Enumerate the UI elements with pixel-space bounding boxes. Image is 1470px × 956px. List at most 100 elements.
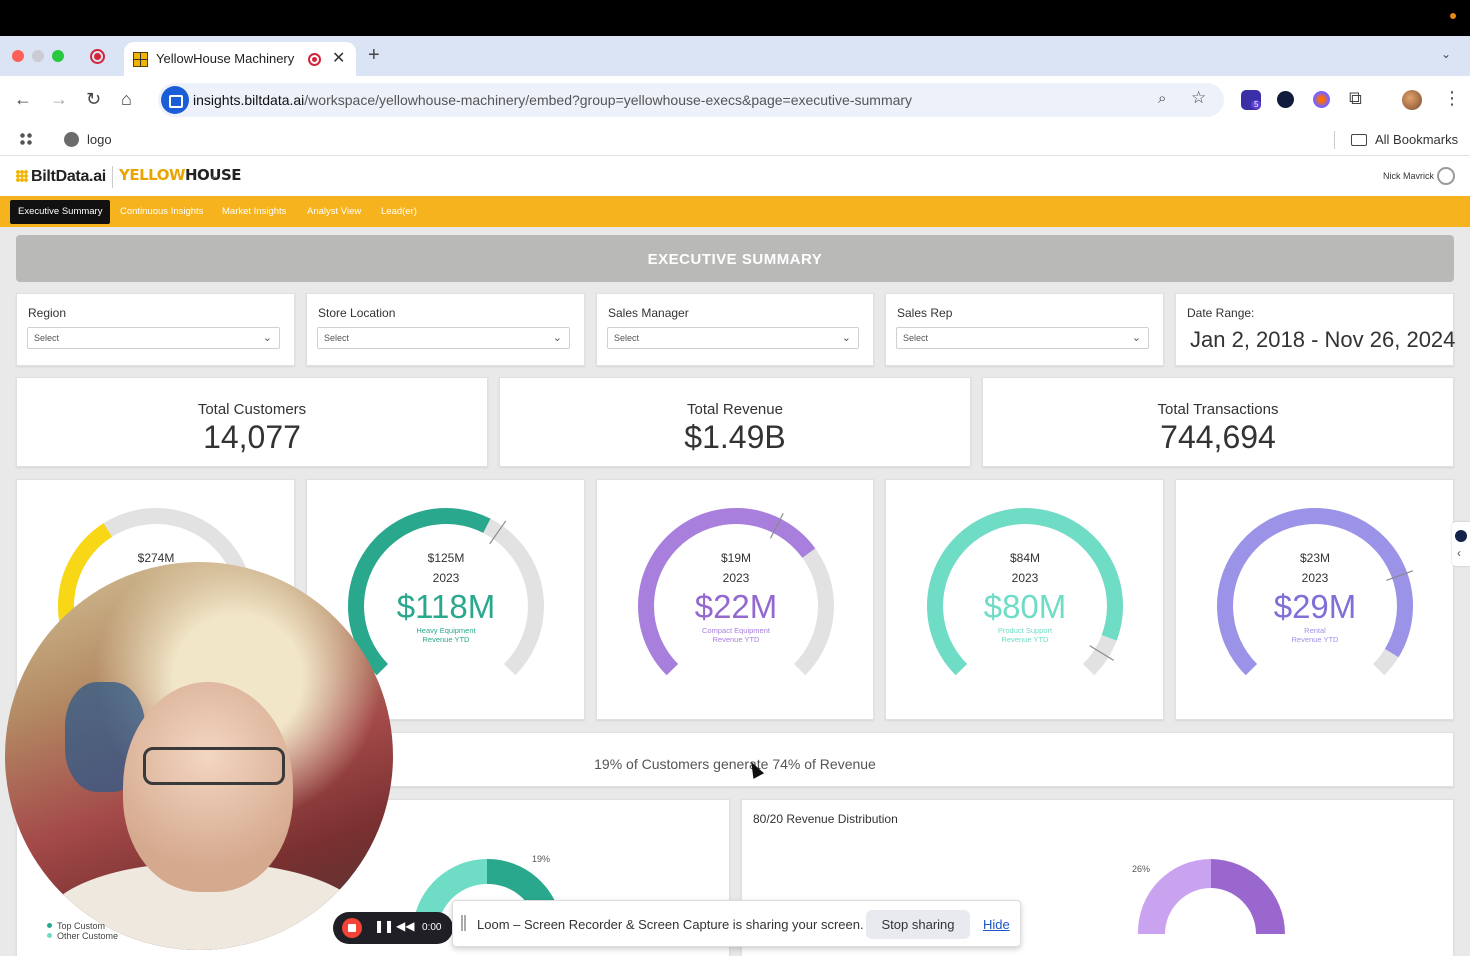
tab-market-insights[interactable]: Market Insights (222, 206, 286, 217)
close-tab-icon[interactable]: ✕ (332, 48, 345, 68)
site-info-icon[interactable] (161, 86, 189, 114)
legend-item-other: Other Custome (47, 931, 118, 941)
extension-icon-3[interactable] (1313, 91, 1330, 108)
gauge-chart: $23M 2023 $29MRentalRevenue YTD (1217, 508, 1414, 676)
gauge-chart: $84M 2023 $80MProduct SupportRevenue YTD (927, 508, 1123, 676)
gauge-caption-1: Compact Equipment (702, 626, 771, 635)
sharing-message: Loom – Screen Recorder & Screen Capture … (477, 917, 864, 932)
zoom-icon[interactable]: ⌕ (1158, 90, 1166, 107)
presenter-glasses (143, 747, 285, 785)
profile-avatar[interactable] (1402, 90, 1422, 110)
tab-analyst-view[interactable]: Analyst View (307, 206, 361, 217)
minimize-window-button[interactable] (32, 50, 44, 62)
kpi-label: Total Customers (197, 401, 307, 418)
gauge-year-label: 2023 (1302, 571, 1329, 585)
apps-grid-icon[interactable] (19, 132, 33, 146)
recording-timer: 0:00 (422, 922, 442, 933)
gauge-year-label: 2023 (433, 571, 460, 585)
gauge-value: $118M (397, 588, 495, 625)
chevron-down-icon: ⌄ (841, 332, 851, 344)
sales-manager-select[interactable]: Select ⌄ (607, 327, 859, 349)
maximize-window-button[interactable] (52, 50, 64, 62)
os-menu-bar (0, 0, 1470, 36)
url-text[interactable]: insights.biltdata.ai/workspace/yellowhou… (193, 92, 912, 108)
donut-pct-label: 26% (1132, 864, 1150, 874)
rewind-icon[interactable]: ◀◀ (396, 919, 414, 933)
bookmarks-bar: logo All Bookmarks (0, 124, 1470, 156)
gauge-target-label: $125M (428, 551, 465, 565)
gauge-card-compact-equipment: $19M 2023 $22M Compact Equipment Revenue YTD (596, 479, 874, 720)
panel-icon (1455, 530, 1467, 542)
drag-handle-icon[interactable] (461, 915, 466, 931)
home-icon[interactable]: ⌂ (121, 89, 132, 110)
biltdata-logo[interactable]: BiltData.ai (16, 168, 106, 186)
gauge-caption-2: Revenue YTD (713, 635, 761, 644)
tab-strip: YellowHouse Machinery ✕ (0, 36, 1470, 76)
stop-recording-button[interactable] (342, 918, 362, 938)
gauge-caption-1: Product Support (998, 626, 1053, 635)
store-location-select[interactable]: Select ⌄ (317, 327, 570, 349)
address-bar[interactable]: insights.biltdata.ai/workspace/yellowhou… (158, 83, 1224, 117)
tab-leader[interactable]: Lead(er) (381, 206, 417, 217)
date-range-value[interactable]: Jan 2, 2018 - Nov 26, 2024 (1190, 327, 1455, 353)
new-tab-button[interactable]: + (368, 44, 380, 67)
back-arrow-icon[interactable]: ← (14, 89, 32, 110)
gauge-caption-1: Rental (1304, 626, 1326, 635)
pause-icon[interactable]: ❚❚ (374, 919, 394, 933)
recording-indicator-dot (1450, 13, 1456, 19)
recording-tab-icon[interactable] (90, 49, 105, 64)
filter-sales-manager: Sales Manager Select ⌄ (596, 293, 874, 366)
kpi-total-transactions: Total Transactions 744,694 (982, 377, 1454, 467)
legend-dot-icon (47, 923, 52, 928)
gauge-target-label: $274M (138, 551, 175, 565)
screen-share-notification: Loom – Screen Recorder & Screen Capture … (452, 900, 1021, 947)
hide-link[interactable]: Hide (983, 917, 1010, 932)
filter-sales-rep: Sales Rep Select ⌄ (885, 293, 1164, 366)
webcam-bubble[interactable] (5, 562, 393, 950)
chevron-down-icon: ⌄ (552, 332, 562, 344)
workspace-chevron-down-icon[interactable]: ⌄ (209, 169, 218, 182)
kpi-label: Total Transactions (1157, 401, 1279, 418)
gauge-caption-2: Revenue YTD (423, 635, 471, 644)
region-select[interactable]: Select ⌄ (27, 327, 280, 349)
tab-executive-summary[interactable]: Executive Summary (10, 200, 111, 224)
filter-region: Region Select ⌄ (16, 293, 295, 366)
date-range-label: Date Range: (1187, 306, 1255, 320)
stop-sharing-button[interactable]: Stop sharing (866, 910, 970, 939)
favicon-icon (133, 52, 148, 67)
extension-icon-2[interactable] (1277, 91, 1294, 108)
kpi-value: 14,077 (203, 419, 301, 455)
presenter-head (123, 682, 293, 892)
forward-arrow-icon[interactable]: → (50, 89, 68, 110)
gauge-value: $80M (984, 588, 1067, 625)
user-name[interactable]: Nick Mavrick (1383, 171, 1434, 181)
donut-pct-label: 19% (532, 854, 550, 864)
gauge-caption-2: Revenue YTD (1002, 635, 1050, 644)
app-header: BiltData.ai YELLOWHOUSE ⌄ Nick Mavrick (0, 156, 1470, 196)
globe-icon (64, 132, 79, 147)
tab-search-chevron-icon[interactable]: ⌄ (1441, 47, 1451, 61)
gauge-card-product-support: $84M 2023 $80M Product Support Revenue YTD (885, 479, 1164, 720)
yellowhouse-logo: YELLOWHOUSE (112, 166, 242, 188)
chevron-down-icon: ⌄ (262, 332, 272, 344)
gauge-value: $22M (695, 588, 778, 625)
extensions-puzzle-icon[interactable]: ⧉ (1349, 88, 1362, 109)
kebab-menu-icon[interactable]: ⋮ (1443, 88, 1461, 109)
reload-icon[interactable]: ↻ (86, 89, 101, 110)
date-range-filter[interactable]: Date Range: Jan 2, 2018 - Nov 26, 2024 (1175, 293, 1455, 366)
user-avatar-icon[interactable] (1437, 167, 1455, 185)
all-bookmarks-link[interactable]: All Bookmarks (1375, 132, 1458, 147)
close-window-button[interactable] (12, 50, 24, 62)
tab-continuous-insights[interactable]: Continuous Insights (120, 206, 203, 217)
bookmark-logo[interactable]: logo (87, 132, 112, 147)
legend-item-top: Top Custom (47, 921, 118, 931)
side-panel-toggle[interactable]: ‹ (1452, 522, 1470, 566)
gauge-target-label: $19M (721, 551, 751, 565)
kpi-value: 744,694 (1160, 419, 1276, 455)
browser-tab-active[interactable]: YellowHouse Machinery ✕ (124, 42, 356, 76)
gauge-chart: $19M 2023 $22MCompact EquipmentRevenue YTD (638, 508, 834, 676)
loom-recorder-controls: ❚❚ ◀◀ 0:00 (333, 912, 453, 944)
sales-rep-select[interactable]: Select ⌄ (896, 327, 1149, 349)
bookmark-star-icon[interactable]: ☆ (1191, 88, 1206, 108)
filter-label: Store Location (318, 306, 396, 320)
